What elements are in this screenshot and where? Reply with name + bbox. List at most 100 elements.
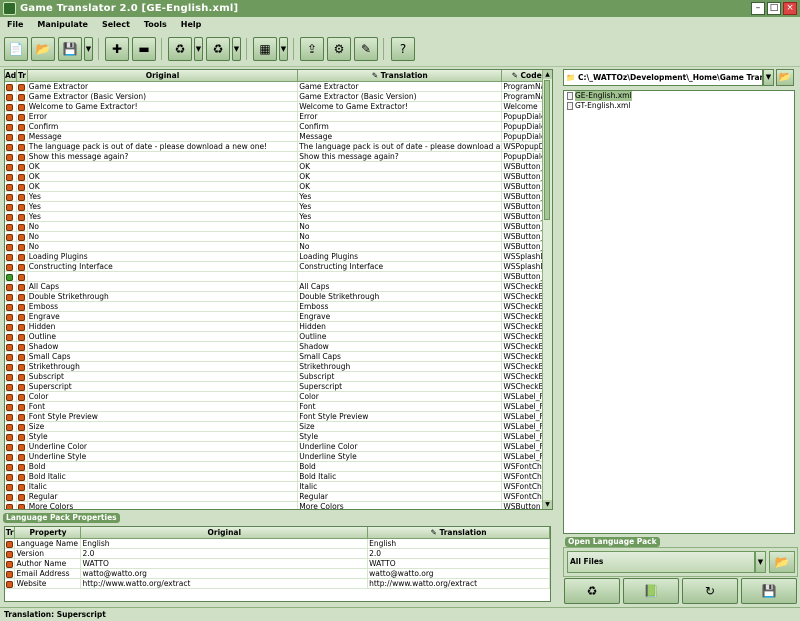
scroll-down-icon[interactable]: ▼ — [543, 500, 552, 509]
save-file-icon[interactable]: 💾 — [741, 578, 797, 604]
translation-cell[interactable]: Shadow — [297, 341, 503, 352]
table-row[interactable]: Loading Plugins Loading Plugins WSSplashD — [5, 251, 552, 262]
added-cell[interactable] — [5, 241, 18, 252]
translation-cell[interactable]: No — [297, 221, 503, 232]
translation-cell[interactable]: Italic — [297, 481, 503, 492]
original-cell[interactable]: OK — [27, 181, 299, 192]
auto-translate-dropdown-icon[interactable]: ▼ — [232, 37, 241, 61]
translation-cell[interactable]: Bold Italic — [297, 471, 503, 482]
table-row[interactable]: Error Error PopupDialo — [5, 111, 552, 122]
original-cell[interactable]: Strikethrough — [27, 361, 299, 372]
property-original-cell[interactable]: WATTO — [80, 558, 369, 569]
translation-cell[interactable]: Color — [297, 391, 503, 402]
translated-cell[interactable] — [16, 381, 28, 392]
property-original-cell[interactable]: http://www.watto.org/extract — [80, 578, 369, 589]
original-cell[interactable]: Color — [27, 391, 299, 402]
table-view-dropdown-icon[interactable]: ▼ — [279, 37, 288, 61]
added-cell[interactable] — [5, 151, 18, 162]
translation-cell[interactable]: The language pack is out of date - pleas… — [297, 141, 503, 152]
added-cell[interactable] — [5, 411, 18, 422]
added-cell[interactable] — [5, 231, 18, 242]
original-cell[interactable]: Small Caps — [27, 351, 299, 362]
translated-cell[interactable] — [16, 251, 28, 262]
translated-cell[interactable] — [16, 131, 28, 142]
table-row[interactable]: No No WSButton_N — [5, 231, 552, 242]
remove-icon[interactable]: ▬ — [132, 37, 156, 61]
table-row[interactable]: Underline Color Underline Color WSLabel_F — [5, 441, 552, 452]
original-cell[interactable]: Bold Italic — [27, 471, 299, 482]
property-original-cell[interactable]: English — [80, 538, 369, 549]
table-row[interactable]: Confirm Confirm PopupDialo — [5, 121, 552, 132]
translated-cell[interactable] — [16, 291, 28, 302]
original-cell[interactable]: No — [27, 231, 299, 242]
table-row[interactable]: Bold Bold WSFontCho — [5, 461, 552, 472]
translated-cell[interactable] — [16, 191, 28, 202]
column-header-tr[interactable]: Tr — [16, 70, 28, 82]
translated-cell[interactable] — [16, 401, 28, 412]
added-cell[interactable] — [5, 291, 18, 302]
translated-cell[interactable] — [16, 501, 28, 509]
directory-path[interactable]: 📁 C:\_WATTOz\Development\_Home\Game Tran… — [563, 69, 763, 86]
added-cell[interactable] — [5, 311, 18, 322]
translated-cell[interactable] — [5, 578, 16, 589]
added-cell[interactable] — [5, 101, 18, 112]
export-icon[interactable]: ⚙ — [327, 37, 351, 61]
original-cell[interactable]: Italic — [27, 481, 299, 492]
added-cell[interactable] — [5, 221, 18, 232]
translation-cell[interactable]: Outline — [297, 331, 503, 342]
original-cell[interactable]: OK — [27, 171, 299, 182]
translated-cell[interactable] — [16, 331, 28, 342]
file-item[interactable]: GE-English.xml — [564, 91, 794, 101]
original-cell[interactable]: Confirm — [27, 121, 299, 132]
table-row[interactable]: No No WSButton_N — [5, 221, 552, 232]
added-cell[interactable] — [5, 321, 18, 332]
added-cell[interactable] — [5, 471, 18, 482]
original-cell[interactable]: No — [27, 241, 299, 252]
translated-cell[interactable] — [16, 271, 28, 282]
translation-cell[interactable]: Bold — [297, 461, 503, 472]
menu-select[interactable]: Select — [102, 20, 130, 29]
translation-cell[interactable]: Show this message again? — [297, 151, 503, 162]
original-cell[interactable]: Size — [27, 421, 299, 432]
property-translation-cell[interactable]: http://www.watto.org/extract — [367, 578, 550, 589]
translation-cell[interactable]: Font — [297, 401, 503, 412]
menu-help[interactable]: Help — [181, 20, 202, 29]
table-row[interactable]: Font Style Preview Font Style Preview WSLa… — [5, 411, 552, 422]
translated-cell[interactable] — [16, 461, 28, 472]
table-row[interactable]: Italic Italic WSFontCho — [5, 481, 552, 492]
translate-dropdown-icon[interactable]: ▼ — [194, 37, 203, 61]
translation-cell[interactable]: Underline Style — [297, 451, 503, 462]
added-cell[interactable] — [5, 111, 18, 122]
minimize-icon[interactable]: – — [751, 2, 765, 15]
original-cell[interactable]: No — [27, 221, 299, 232]
property-row[interactable]: Version 2.0 2.0 — [5, 548, 550, 559]
added-cell[interactable] — [5, 251, 18, 262]
save-dropdown-icon[interactable]: ▼ — [84, 37, 93, 61]
translation-cell[interactable]: Subscript — [297, 371, 503, 382]
table-row[interactable]: Hidden Hidden WSCheckBo — [5, 321, 552, 332]
translated-cell[interactable] — [16, 411, 28, 422]
translation-cell[interactable]: Confirm — [297, 121, 503, 132]
translated-cell[interactable] — [16, 471, 28, 482]
translated-cell[interactable] — [16, 361, 28, 372]
translation-cell[interactable]: Constructing Interface — [297, 261, 503, 272]
translation-cell[interactable]: Welcome to Game Extractor! — [297, 101, 503, 112]
property-translation-cell[interactable]: 2.0 — [367, 548, 550, 559]
original-cell[interactable]: Game Extractor (Basic Version) — [27, 91, 299, 102]
filter-dropdown-icon[interactable]: ▼ — [755, 551, 766, 573]
translated-cell[interactable] — [16, 101, 28, 112]
added-cell[interactable] — [5, 91, 18, 102]
translation-cell[interactable]: Double Strikethrough — [297, 291, 503, 302]
table-row[interactable]: Size Size WSLabel_F — [5, 421, 552, 432]
table-row[interactable]: Strikethrough Strikethrough WSCheckBo — [5, 361, 552, 372]
translation-cell[interactable]: Error — [297, 111, 503, 122]
close-icon[interactable]: × — [783, 2, 797, 15]
translation-cell[interactable]: Small Caps — [297, 351, 503, 362]
column-header-ad[interactable]: Ad — [5, 70, 18, 82]
table-row[interactable]: Regular Regular WSFontCho — [5, 491, 552, 502]
translated-cell[interactable] — [16, 321, 28, 332]
table-row[interactable]: OK OK WSButton_( — [5, 171, 552, 182]
added-cell[interactable] — [5, 431, 18, 442]
import-icon[interactable]: ⇪ — [300, 37, 324, 61]
translated-cell[interactable] — [16, 491, 28, 502]
